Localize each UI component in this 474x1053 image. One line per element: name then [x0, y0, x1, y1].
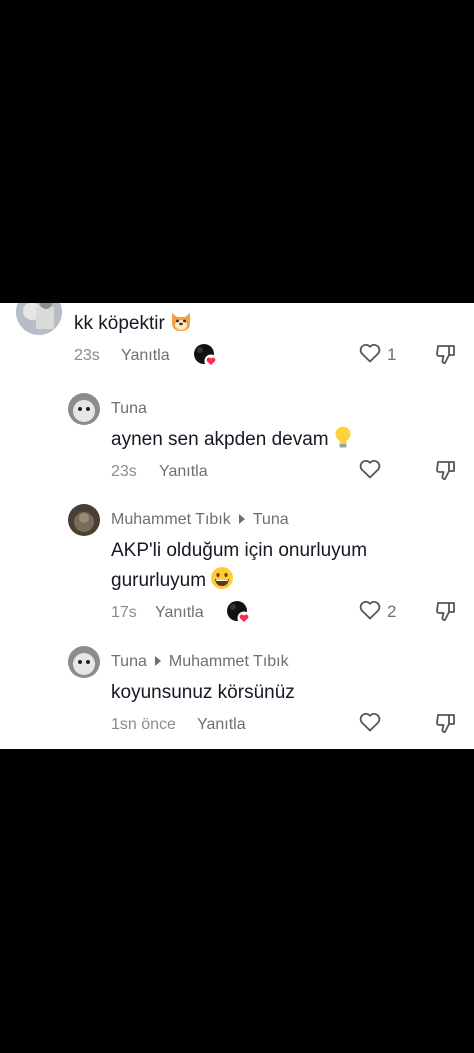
avatar[interactable] [68, 393, 100, 425]
like-button[interactable] [359, 459, 381, 483]
like-count: 2 [387, 602, 397, 621]
author-name[interactable]: Muhammet Tıbık [111, 511, 231, 528]
comment-time: 1sn önce [111, 716, 176, 733]
comment-time: 23s [74, 347, 100, 364]
comment-panel: kk köpektir 23s Yanıtla 1 Tuna aynen sen… [0, 303, 474, 749]
like-button[interactable]: 1 [359, 343, 396, 367]
reply-arrow-icon [238, 514, 245, 525]
creator-liked-badge [193, 343, 218, 368]
thumbs-down-icon[interactable] [435, 343, 459, 367]
like-count: 1 [387, 345, 397, 364]
heart-outline-icon [359, 712, 381, 737]
reply-button[interactable]: Yanıtla [121, 347, 170, 365]
comment-time: 23s [111, 463, 137, 480]
comment-text: aynen sen akpden devam [111, 424, 353, 459]
grinning-face-emoji [210, 566, 234, 600]
thumbs-down-icon[interactable] [435, 459, 459, 483]
comment-author[interactable]: Tuna [111, 400, 147, 418]
dog-face-emoji [169, 309, 193, 343]
comment-author: Tuna Muhammet Tıbık [111, 653, 289, 671]
comment-text: kk köpektir [74, 308, 193, 343]
heart-outline-icon [359, 459, 381, 484]
comment-text-line2: gururluyum [111, 565, 234, 600]
avatar[interactable] [68, 646, 100, 678]
reply-to-name[interactable]: Muhammet Tıbık [169, 653, 289, 670]
reply-button[interactable]: Yanıtla [159, 463, 208, 481]
like-button[interactable] [359, 712, 381, 736]
thumbs-down-icon[interactable] [435, 600, 459, 624]
heart-outline-icon [359, 343, 381, 368]
heart-outline-icon [359, 600, 381, 625]
light-bulb-emoji [333, 425, 353, 459]
author-name[interactable]: Tuna [111, 653, 147, 670]
avatar[interactable] [68, 504, 100, 536]
reply-button[interactable]: Yanıtla [155, 604, 204, 622]
comment-time: 17s [111, 604, 137, 621]
comment-text: koyunsunuz körsünüz [111, 682, 295, 703]
creator-liked-badge [226, 600, 251, 625]
reply-arrow-icon [154, 656, 161, 667]
comment-author: Muhammet Tıbık Tuna [111, 511, 289, 529]
reply-to-name[interactable]: Tuna [253, 511, 289, 528]
thumbs-down-icon[interactable] [435, 712, 459, 736]
like-button[interactable]: 2 [359, 600, 396, 624]
reply-button[interactable]: Yanıtla [197, 716, 246, 734]
avatar[interactable] [16, 303, 62, 335]
comment-text-line1: AKP'li olduğum için onurluyum [111, 540, 368, 561]
